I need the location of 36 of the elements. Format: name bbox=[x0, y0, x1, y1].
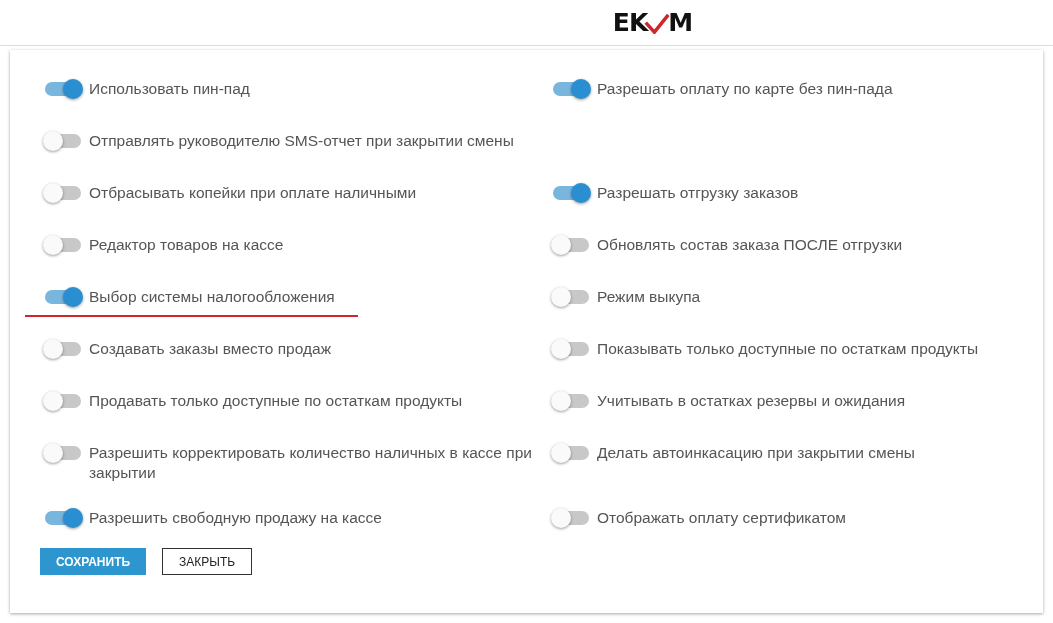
toggle-switch[interactable] bbox=[553, 446, 589, 460]
setting-label: Отображать оплату сертификатом bbox=[597, 508, 846, 528]
setting-label: Выбор системы налогообложения bbox=[89, 287, 335, 307]
toggle-switch[interactable] bbox=[553, 394, 589, 408]
setting-label: Режим выкупа bbox=[597, 287, 701, 307]
close-button[interactable]: ЗАКРЫТЬ bbox=[162, 548, 253, 575]
toggle-switch[interactable] bbox=[45, 511, 81, 525]
toggle-switch[interactable] bbox=[553, 82, 589, 96]
toggle-switch[interactable] bbox=[553, 511, 589, 525]
setting-label: Обновлять состав заказа ПОСЛЕ отгрузки bbox=[597, 235, 903, 255]
setting-label: Использовать пин-пад bbox=[89, 79, 250, 99]
setting-label: Редактор товаров на кассе bbox=[89, 235, 284, 255]
toggle-switch[interactable] bbox=[553, 238, 589, 252]
toggle-switch[interactable] bbox=[45, 342, 81, 356]
toggle-switch[interactable] bbox=[45, 82, 81, 96]
setting-label: Показывать только доступные по остаткам продукты bbox=[597, 339, 979, 359]
logo: EK M bbox=[612, 8, 693, 37]
toggle-switch[interactable] bbox=[45, 290, 81, 304]
setting-label: Делать автоинкасацию при закрытии смены bbox=[597, 443, 915, 463]
toggle-switch[interactable] bbox=[553, 290, 589, 304]
toggle-switch[interactable] bbox=[553, 342, 589, 356]
setting-label: Отбрасывать копейки при оплате наличными bbox=[89, 183, 417, 203]
toggle-switch[interactable] bbox=[45, 186, 81, 200]
setting-label: Создавать заказы вместо продаж bbox=[89, 339, 331, 359]
setting-label: Продавать только доступные по остаткам продукты bbox=[89, 391, 463, 411]
setting-label: Разрешить корректировать количество наличных в кассе при закрытии bbox=[89, 443, 533, 483]
setting-label: Разрешить свободную продажу на кассе bbox=[89, 508, 382, 528]
toggle-switch[interactable] bbox=[45, 134, 81, 148]
setting-label: Отправлять руководителю SMS-отчет при закрытии смены bbox=[89, 131, 514, 151]
toggle-switch[interactable] bbox=[45, 446, 81, 460]
setting-label: Разрешать отгрузку заказов bbox=[597, 183, 799, 203]
setting-label: Разрешать оплату по карте без пин-пада bbox=[597, 79, 893, 99]
toggle-switch[interactable] bbox=[45, 238, 81, 252]
setting-label: Учитывать в остатках резервы и ожидания bbox=[597, 391, 906, 411]
toggle-switch[interactable] bbox=[45, 394, 81, 408]
toggle-switch[interactable] bbox=[553, 186, 589, 200]
